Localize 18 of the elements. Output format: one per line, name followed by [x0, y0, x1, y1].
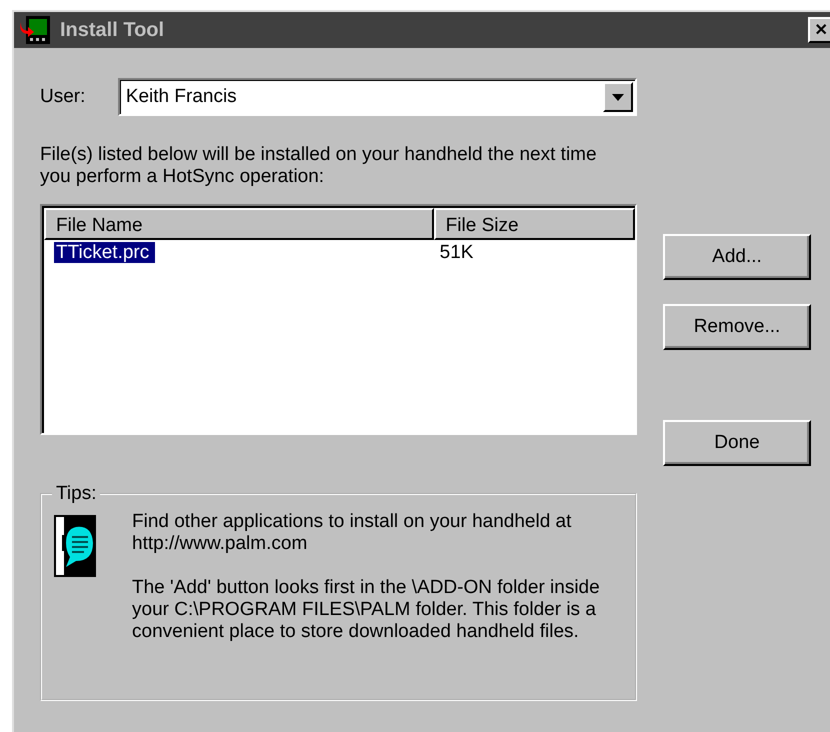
tips-title: Tips: — [55, 483, 98, 505]
user-label: User: — [40, 86, 86, 108]
file-name[interactable]: TTicket.prc — [54, 242, 156, 263]
close-button[interactable]: ✕ — [808, 17, 830, 43]
done-button[interactable]: Done — [663, 420, 811, 466]
instructions-text: File(s) listed below will be installed on your handheld the next time you perform a HotSync operation: — [40, 144, 598, 188]
caret-icon — [612, 94, 624, 100]
file-size: 51K — [438, 242, 474, 264]
remove-button[interactable]: Remove... — [663, 304, 811, 350]
add-button[interactable]: Add... — [663, 234, 811, 280]
window-title: Install Tool — [60, 18, 166, 42]
tip-text: Find other applications to install on your handheld at http://www.palm.com — [132, 511, 572, 555]
dropdown-button[interactable] — [603, 82, 633, 112]
user-dropdown[interactable]: Keith Francis — [118, 78, 637, 116]
speech-icon — [54, 515, 96, 577]
tip-text: The 'Add' button looks first in the \ADD-ON folder inside your C:\PROGRAM FILES\PALM folder. This folder is a convenient place to store downloaded handheld files. — [132, 577, 601, 643]
column-header[interactable]: File Name — [44, 208, 434, 240]
column-header[interactable]: File Size — [434, 208, 635, 240]
